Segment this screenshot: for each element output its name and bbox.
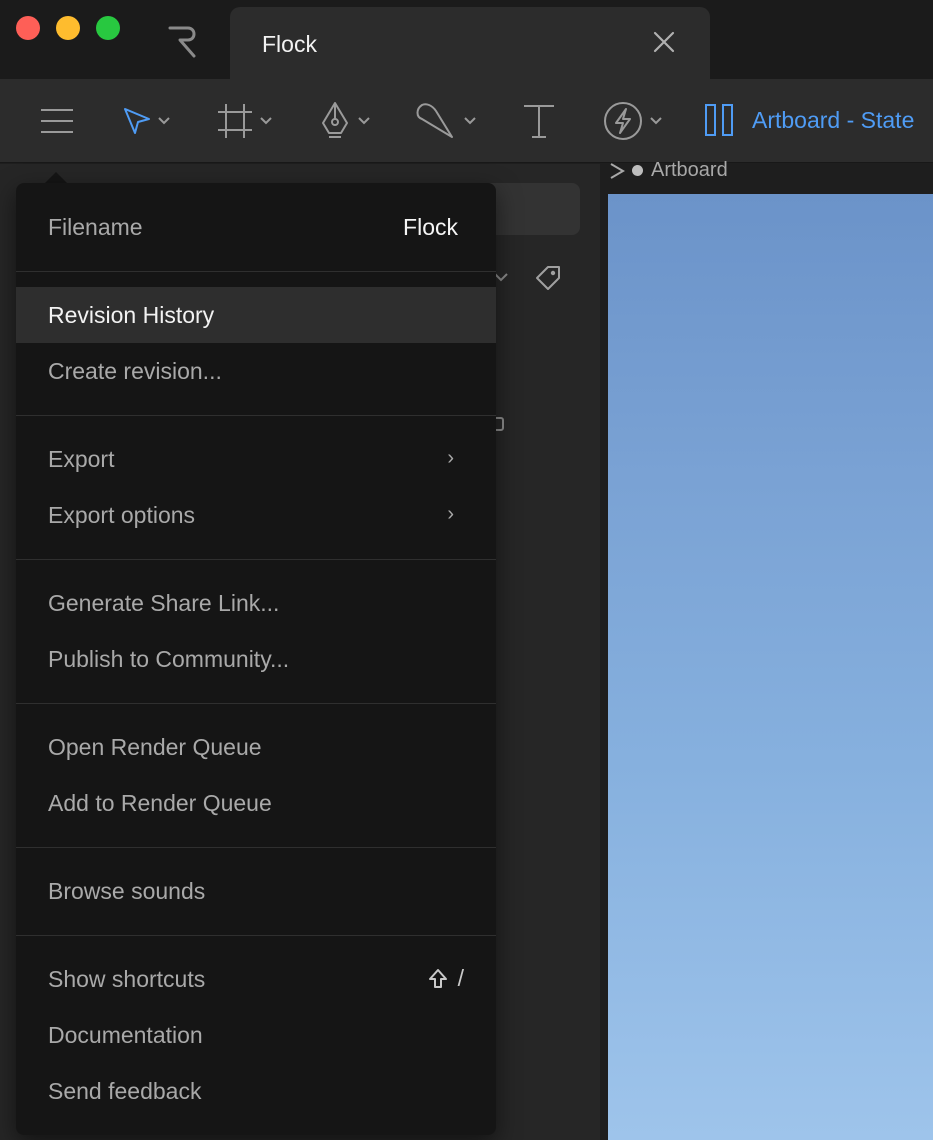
menu-divider: [16, 559, 496, 560]
artboard-name: Artboard: [651, 159, 728, 181]
menu-item-label: Create revision...: [48, 358, 222, 384]
menu-item-documentation[interactable]: Documentation: [16, 1007, 496, 1063]
menu-item-generate-share-link[interactable]: Generate Share Link...: [16, 575, 496, 631]
filename-row[interactable]: Filename Flock: [16, 199, 496, 255]
pen-tool-button[interactable]: [318, 99, 370, 143]
lightning-bolt-icon: [604, 102, 642, 140]
minimize-window-button[interactable]: [56, 16, 80, 40]
menu-divider: [16, 935, 496, 936]
menu-item-label: Open Render Queue: [48, 734, 262, 760]
artboard-state-label: Artboard - State: [752, 106, 915, 133]
shape-tool-button[interactable]: [414, 99, 476, 143]
menu-item-label: Add to Render Queue: [48, 790, 272, 816]
menu-divider: [16, 847, 496, 848]
pen-nib-icon: [322, 102, 348, 138]
menu-item-label: Export: [48, 446, 115, 472]
menu-divider: [16, 271, 496, 272]
menu-item-create-revision[interactable]: Create revision...: [16, 343, 496, 399]
chevron-down-icon: [464, 117, 476, 125]
title-bar: Flock: [0, 0, 933, 79]
menu-divider: [16, 703, 496, 704]
menu-item-export[interactable]: Export ›: [16, 431, 496, 487]
menu-item-add-to-render-queue[interactable]: Add to Render Queue: [16, 775, 496, 831]
menu-item-revision-history[interactable]: Revision History: [16, 287, 496, 343]
hamburger-menu-icon: [41, 109, 73, 133]
artboard-sky-image[interactable]: [608, 194, 933, 1140]
chevron-down-icon: [260, 117, 272, 125]
menu-item-send-feedback[interactable]: Send feedback: [16, 1063, 496, 1119]
menu-item-open-render-queue[interactable]: Open Render Queue: [16, 719, 496, 775]
menu-item-label: Revision History: [48, 302, 215, 328]
toolbar: Artboard - State: [0, 79, 933, 163]
cursor-arrow-icon: [124, 108, 150, 134]
chevron-right-icon: ›: [447, 503, 454, 525]
menu-divider: [16, 415, 496, 416]
main-menu-button[interactable]: [40, 99, 74, 143]
main-menu-dropdown: Filename Flock Revision History Create r…: [16, 183, 496, 1135]
zoom-window-button[interactable]: [96, 16, 120, 40]
chevron-down-icon: [650, 117, 662, 125]
menu-item-label: Documentation: [48, 1022, 203, 1048]
artboard-tool-button[interactable]: [216, 99, 272, 143]
close-window-button[interactable]: [16, 16, 40, 40]
text-icon: [524, 105, 554, 138]
menu-item-label: Browse sounds: [48, 878, 206, 904]
tag-icon[interactable]: [534, 264, 562, 292]
menu-item-label: Publish to Community...: [48, 646, 290, 672]
play-triangle-icon: [610, 162, 625, 179]
canvas[interactable]: Artboard: [600, 159, 933, 1140]
columns-icon: [705, 104, 733, 136]
menu-item-export-options[interactable]: Export options ›: [16, 487, 496, 543]
interaction-tool-button[interactable]: [602, 99, 662, 143]
frame-icon: [218, 104, 252, 138]
menu-item-label: Send feedback: [48, 1078, 202, 1104]
filename-value[interactable]: Flock: [403, 214, 458, 241]
menu-item-label: Show shortcuts: [48, 966, 206, 992]
menu-item-label: Generate Share Link...: [48, 590, 280, 616]
chevron-down-icon[interactable]: [494, 272, 508, 282]
teardrop-shape-icon: [416, 103, 453, 138]
app-logo-icon: [168, 26, 196, 58]
artboard-caption[interactable]: Artboard: [608, 159, 728, 182]
menu-item-browse-sounds[interactable]: Browse sounds: [16, 863, 496, 919]
menu-item-show-shortcuts[interactable]: Show shortcuts /: [16, 951, 496, 1007]
filename-label: Filename: [48, 214, 143, 240]
document-tab[interactable]: Flock: [230, 7, 710, 79]
chevron-down-icon: [158, 117, 170, 125]
select-tool-button[interactable]: [122, 99, 170, 143]
tab-title: Flock: [262, 31, 317, 57]
menu-item-label: Export options: [48, 502, 196, 528]
text-tool-button[interactable]: [522, 99, 556, 143]
shift-key-icon: [428, 968, 447, 988]
artboard-state-selector[interactable]: Artboard - State: [704, 103, 914, 137]
shortcut-key: /: [457, 965, 464, 991]
menu-item-publish-to-community[interactable]: Publish to Community...: [16, 631, 496, 687]
chevron-down-icon: [358, 117, 370, 125]
status-dot: [632, 165, 643, 176]
chevron-right-icon: ›: [447, 447, 454, 469]
close-icon[interactable]: [652, 30, 676, 54]
keyboard-shortcut: /: [428, 965, 464, 992]
